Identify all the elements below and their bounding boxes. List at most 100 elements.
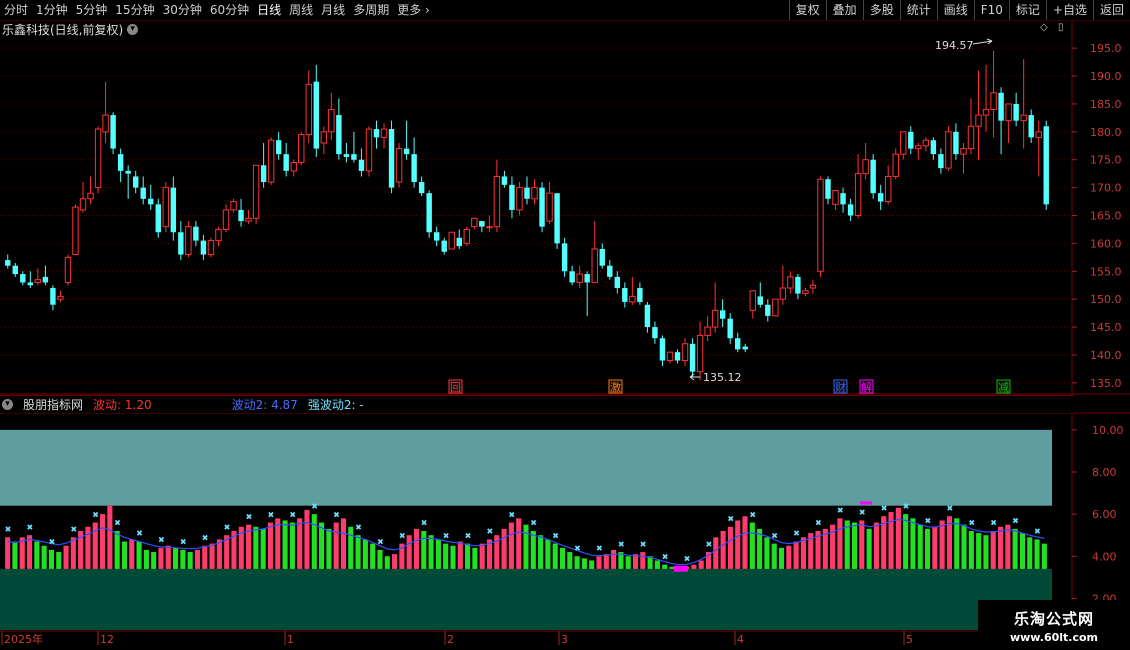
candle[interactable] xyxy=(546,182,553,224)
candle[interactable] xyxy=(779,265,787,305)
candle[interactable] xyxy=(275,131,282,160)
settings-dropdown-icon[interactable]: ▾ xyxy=(127,23,139,35)
candle[interactable] xyxy=(930,137,937,160)
candle[interactable] xyxy=(193,221,199,247)
candle[interactable] xyxy=(990,50,997,138)
candle[interactable] xyxy=(711,282,719,333)
candle[interactable] xyxy=(117,148,124,183)
candle[interactable] xyxy=(426,190,432,238)
candle[interactable] xyxy=(877,184,884,210)
candle[interactable] xyxy=(689,338,696,378)
overlay-button[interactable]: 叠加 xyxy=(825,0,863,20)
candle[interactable] xyxy=(351,131,357,163)
candle[interactable] xyxy=(479,221,485,233)
panel-icon[interactable]: ▯ xyxy=(1058,22,1064,33)
candle[interactable] xyxy=(267,137,275,185)
candle[interactable] xyxy=(967,98,975,155)
candle[interactable] xyxy=(380,123,388,149)
candle[interactable] xyxy=(644,301,651,333)
candle[interactable] xyxy=(734,332,741,353)
candle[interactable] xyxy=(395,142,403,188)
candle[interactable] xyxy=(388,120,395,194)
candle[interactable] xyxy=(524,176,530,205)
candle[interactable] xyxy=(57,290,64,302)
candle[interactable] xyxy=(12,262,18,277)
candle[interactable] xyxy=(862,142,869,180)
candle[interactable] xyxy=(501,170,508,188)
candle[interactable] xyxy=(252,164,260,224)
indicator-settings-icon[interactable]: ▾ xyxy=(2,399,13,410)
signal-marker[interactable]: 激 xyxy=(608,379,623,394)
tab-2-period[interactable]: 1分钟 xyxy=(32,0,72,20)
candle[interactable] xyxy=(64,254,72,286)
candle[interactable] xyxy=(245,209,252,224)
candle[interactable] xyxy=(742,343,748,353)
signal-marker[interactable]: 财 xyxy=(833,379,848,394)
candle[interactable] xyxy=(772,298,779,317)
candle[interactable] xyxy=(463,226,471,247)
candle[interactable] xyxy=(373,120,380,149)
candle[interactable] xyxy=(456,229,462,249)
signal-marker[interactable]: 减 xyxy=(996,379,1011,394)
candle[interactable] xyxy=(953,123,959,160)
candle[interactable] xyxy=(854,154,862,219)
candle[interactable] xyxy=(802,288,809,297)
candle[interactable] xyxy=(1035,120,1042,177)
tab-weekly[interactable]: 周线 xyxy=(285,0,317,20)
candle[interactable] xyxy=(94,126,102,194)
candle[interactable] xyxy=(5,254,11,269)
candle[interactable] xyxy=(283,142,289,177)
candle[interactable] xyxy=(960,142,967,174)
candle[interactable] xyxy=(674,349,681,364)
candle[interactable] xyxy=(170,176,177,241)
candle[interactable] xyxy=(561,237,568,277)
candle[interactable] xyxy=(79,182,87,213)
candle[interactable] xyxy=(493,159,501,233)
candle[interactable] xyxy=(531,179,538,205)
candle[interactable] xyxy=(1043,120,1049,210)
candle[interactable] xyxy=(1013,92,1019,127)
candle[interactable] xyxy=(915,142,922,160)
statistics-button[interactable]: 统计 xyxy=(899,0,937,20)
candle[interactable] xyxy=(328,92,335,141)
candle[interactable] xyxy=(305,70,312,143)
multi-stock-button[interactable]: 多股 xyxy=(862,0,900,20)
candle[interactable] xyxy=(832,189,839,210)
candle[interactable] xyxy=(629,276,636,305)
candle[interactable] xyxy=(795,274,801,300)
candle[interactable] xyxy=(817,176,824,277)
candle[interactable] xyxy=(148,184,154,210)
candle[interactable] xyxy=(433,226,440,247)
tab-multi-period[interactable]: 多周期 xyxy=(349,0,393,20)
candle[interactable] xyxy=(1028,109,1034,143)
tab-daily[interactable]: 日线 xyxy=(253,0,285,20)
candle[interactable] xyxy=(982,64,990,132)
candle[interactable] xyxy=(922,137,930,152)
f10-button[interactable]: F10 xyxy=(973,0,1009,20)
candle[interactable] xyxy=(599,243,605,269)
candle[interactable] xyxy=(448,231,455,250)
candle[interactable] xyxy=(298,131,305,166)
candle[interactable] xyxy=(584,271,590,316)
candle[interactable] xyxy=(215,226,222,247)
tab-3-period[interactable]: 5分钟 xyxy=(72,0,112,20)
tab-more[interactable]: 更多 › xyxy=(393,0,434,20)
candle[interactable] xyxy=(998,87,1004,155)
candle[interactable] xyxy=(155,198,161,238)
candle[interactable] xyxy=(34,268,42,286)
candle[interactable] xyxy=(749,290,756,319)
candle[interactable] xyxy=(622,282,628,308)
candle[interactable] xyxy=(486,215,493,233)
candle[interactable] xyxy=(125,165,131,199)
candle[interactable] xyxy=(260,142,267,188)
candle[interactable] xyxy=(607,260,613,280)
candle[interactable] xyxy=(840,187,846,213)
candle[interactable] xyxy=(696,321,704,381)
candle[interactable] xyxy=(50,285,56,311)
candle[interactable] xyxy=(411,137,417,188)
tab-4-period[interactable]: 15分钟 xyxy=(111,0,158,20)
back-button[interactable]: 返回 xyxy=(1092,0,1130,20)
candle[interactable] xyxy=(765,299,771,322)
candle[interactable] xyxy=(207,237,215,258)
tab-5-period[interactable]: 30分钟 xyxy=(159,0,206,20)
